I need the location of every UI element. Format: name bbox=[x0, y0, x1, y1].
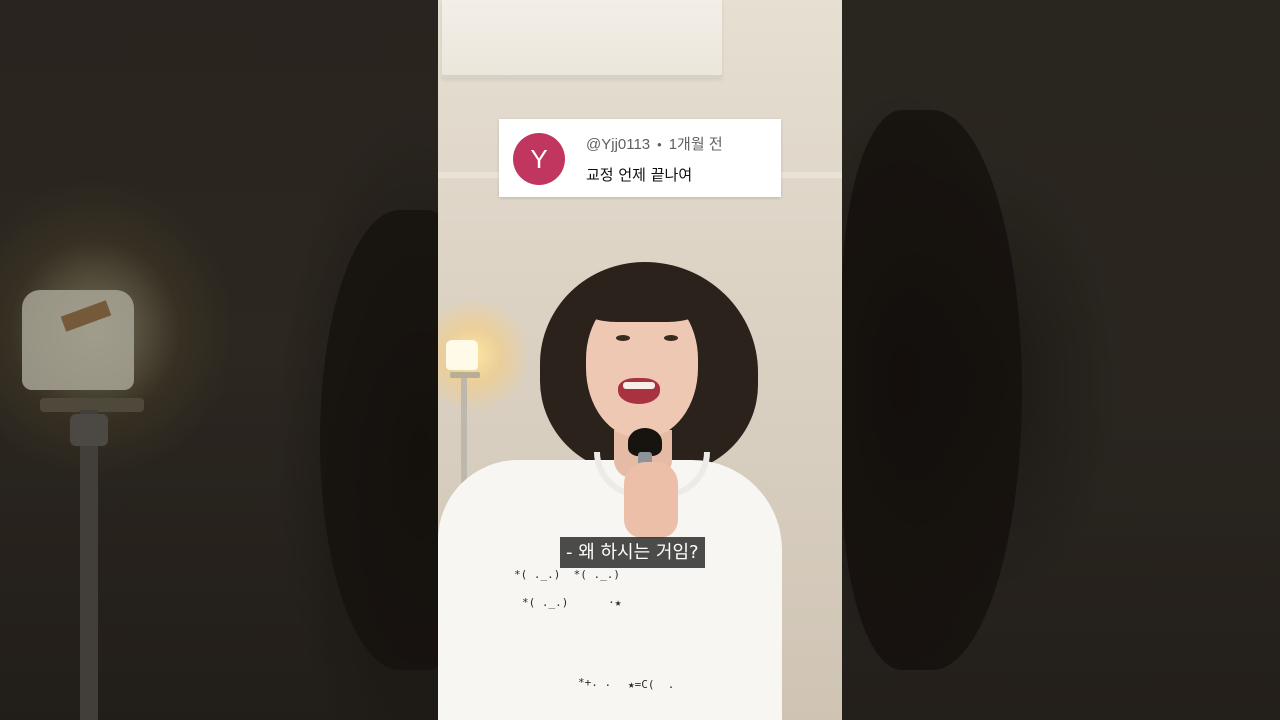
person-teeth bbox=[623, 382, 655, 389]
ceiling-light-panel bbox=[442, 0, 722, 78]
blurred-background-left bbox=[0, 0, 438, 720]
comment-username: @Yjj0113 bbox=[586, 136, 651, 153]
right-eye bbox=[664, 335, 678, 341]
comment-meta: @Yjj0113 • 1개월 전 bbox=[586, 133, 723, 154]
left-eye bbox=[616, 335, 630, 341]
separator-dot: • bbox=[657, 137, 662, 152]
shirt-print-doodle: *( ._.) *( ._.) bbox=[514, 568, 620, 581]
person-hand bbox=[624, 462, 678, 538]
comment-timestamp: 1개월 전 bbox=[668, 136, 723, 153]
dim-overlay bbox=[0, 0, 438, 720]
shirt-print-doodle: ★=C( . bbox=[628, 678, 675, 691]
shirt-print-doodle: *+. . bbox=[578, 676, 612, 689]
blurred-background-right bbox=[842, 0, 1280, 720]
video-player[interactable]: *( ._.) *( ._.) *( ._.) ·★ ★=C( . *+. . … bbox=[0, 0, 1280, 720]
comment-text: 교정 언제 끝나여 bbox=[586, 166, 693, 184]
avatar: Y bbox=[513, 133, 565, 185]
dim-overlay bbox=[842, 0, 1280, 720]
video-frame[interactable]: *( ._.) *( ._.) *( ._.) ·★ ★=C( . *+. . bbox=[438, 0, 842, 720]
floor-lamp bbox=[446, 340, 478, 370]
shirt-print-doodle: *( ._.) ·★ bbox=[522, 596, 622, 609]
comment-reply-sticker[interactable]: Y @Yjj0113 • 1개월 전 교정 언제 끝나여 bbox=[499, 119, 781, 197]
person-bangs bbox=[580, 274, 704, 322]
caption-subtitle: - 왜 하시는 거임? bbox=[560, 537, 705, 568]
